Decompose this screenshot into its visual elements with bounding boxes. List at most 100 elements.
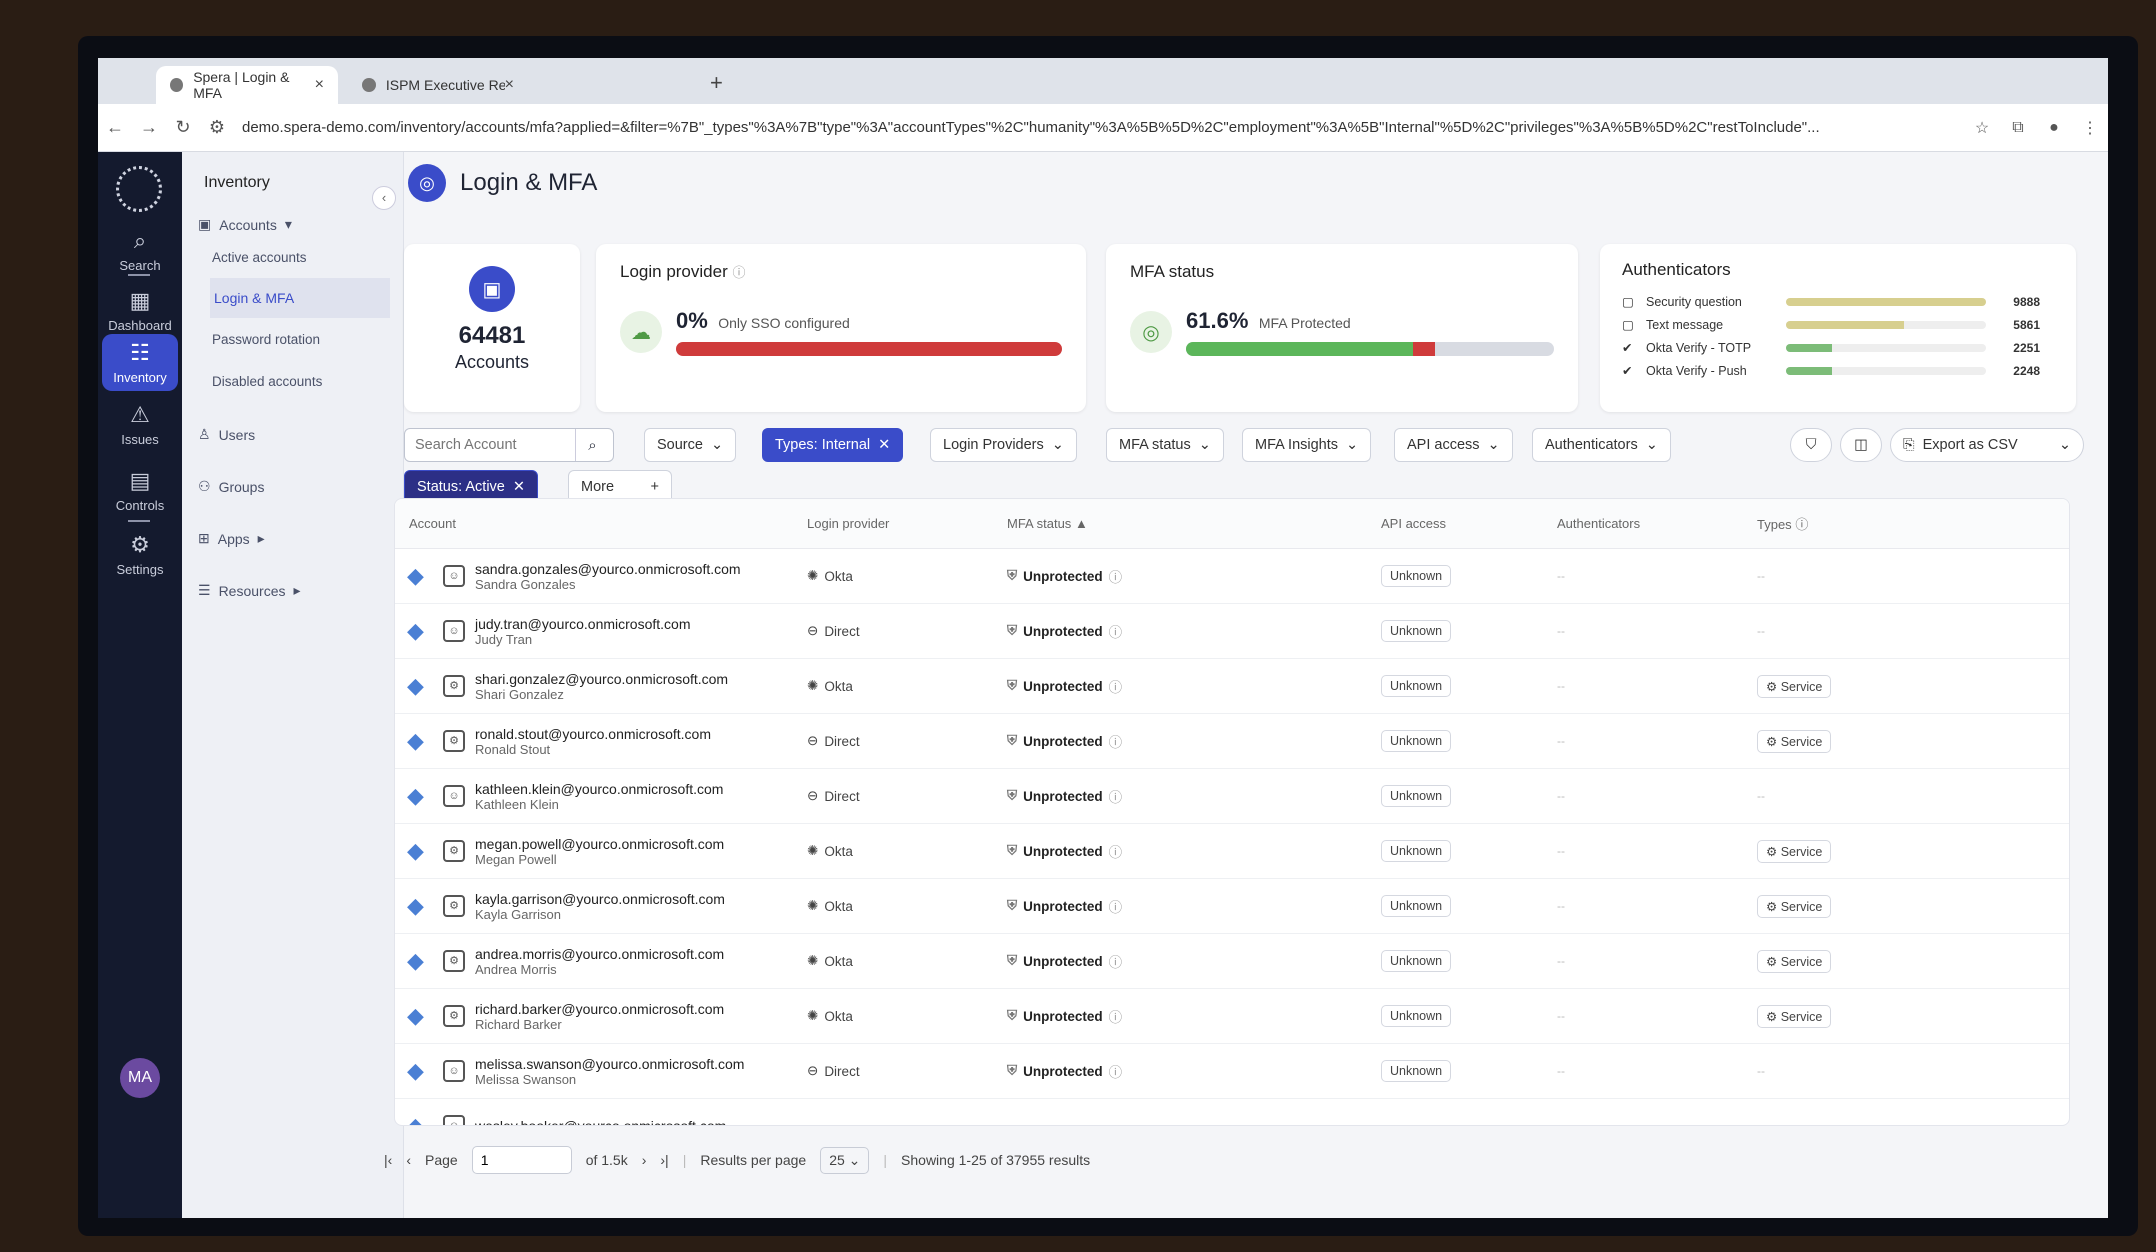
info-icon[interactable]: ⓘ xyxy=(1109,786,1123,806)
account-email[interactable]: kayla.garrison@yourco.onmicrosoft.com xyxy=(475,891,725,907)
collapse-sidebar-button[interactable]: ‹ xyxy=(372,186,396,210)
col-api-access[interactable]: API access xyxy=(1381,516,1557,531)
subnav-groups[interactable]: ⚇ Groups xyxy=(198,478,264,495)
rail-settings[interactable]: ⚙ Settings xyxy=(102,532,178,577)
subnav-password-rotation[interactable]: Password rotation xyxy=(212,332,320,347)
login-provider-card[interactable]: Login provider ⓘ ☁ 0% Only SSO configure… xyxy=(596,244,1086,412)
account-email[interactable]: ronald.stout@yourco.onmicrosoft.com xyxy=(475,726,711,742)
authenticator-row[interactable]: ▢ Security question 9888 xyxy=(1622,290,2054,313)
subnav-accounts[interactable]: ▣ Accounts ▾ xyxy=(198,216,292,233)
table-row[interactable]: ◆ ☺ wesley.booker@yourco.onmicrosoft.com xyxy=(395,1099,2069,1125)
subnav-login-mfa[interactable]: Login & MFA xyxy=(210,278,390,318)
avatar[interactable]: MA xyxy=(120,1058,160,1098)
col-mfa-status[interactable]: MFA status ▲ xyxy=(1007,516,1381,531)
source-filter[interactable]: Source ⌄ xyxy=(644,428,737,462)
account-email[interactable]: judy.tran@yourco.onmicrosoft.com xyxy=(475,616,690,632)
authenticator-row[interactable]: ✔ Okta Verify - Push 2248 xyxy=(1622,359,2054,382)
account-email[interactable]: wesley.booker@yourco.onmicrosoft.com xyxy=(475,1118,726,1125)
rail-search[interactable]: ⌕ Search xyxy=(102,228,178,273)
search-icon[interactable]: ⌕ xyxy=(575,429,609,461)
table-row[interactable]: ◆ ⚙ kayla.garrison@yourco.onmicrosoft.co… xyxy=(395,879,2069,934)
table-row[interactable]: ◆ ☺ sandra.gonzales@yourco.onmicrosoft.c… xyxy=(395,549,2069,604)
info-icon[interactable]: ⓘ xyxy=(1109,951,1123,971)
authenticator-row[interactable]: ▢ Text message 5861 xyxy=(1622,313,2054,336)
close-icon[interactable]: ✕ xyxy=(878,437,890,453)
subnav-disabled-accounts[interactable]: Disabled accounts xyxy=(212,374,322,389)
col-authenticators[interactable]: Authenticators xyxy=(1557,516,1757,531)
mfa-status-card[interactable]: MFA status ◎ 61.6% MFA Protected xyxy=(1106,244,1578,412)
filter-label: API access xyxy=(1407,437,1480,453)
account-cell: ◆ ⚙ andrea.morris@yourco.onmicrosoft.com… xyxy=(395,946,807,977)
account-email[interactable]: andrea.morris@yourco.onmicrosoft.com xyxy=(475,946,724,962)
account-email[interactable]: melissa.swanson@yourco.onmicrosoft.com xyxy=(475,1056,744,1072)
site-info-icon[interactable]: ⚙ xyxy=(200,117,234,138)
next-page-icon[interactable]: › xyxy=(642,1152,647,1168)
table-row[interactable]: ◆ ⚙ richard.barker@yourco.onmicrosoft.co… xyxy=(395,989,2069,1044)
provider: ⊖ Direct xyxy=(807,788,1007,804)
accounts-card[interactable]: ▣ 64481 Accounts xyxy=(404,244,580,412)
authenticators-card[interactable]: Authenticators ▢ Security question 9888 ▢… xyxy=(1600,244,2076,412)
authenticators-filter[interactable]: Authenticators ⌄ xyxy=(1532,428,1671,462)
mfa-status-filter[interactable]: MFA status ⌄ xyxy=(1106,428,1224,462)
rail-dashboard[interactable]: ▦ Dashboard xyxy=(102,288,178,333)
close-tab-icon[interactable]: × xyxy=(505,76,514,94)
bookmark-star-icon[interactable]: ☆ xyxy=(1964,118,2000,138)
profile-icon[interactable]: ● xyxy=(2036,119,2072,137)
back-icon[interactable]: ← xyxy=(98,117,132,138)
menu-icon[interactable]: ⋮ xyxy=(2072,118,2108,138)
info-icon[interactable]: ⓘ xyxy=(1109,731,1123,751)
info-icon[interactable]: ⓘ xyxy=(1109,1061,1123,1081)
close-tab-icon[interactable]: × xyxy=(315,76,324,94)
info-icon[interactable]: ⓘ xyxy=(1109,1006,1123,1026)
tab-ispm-report[interactable]: ISPM Executive Report 10-16 × xyxy=(348,66,528,104)
subnav-users[interactable]: ♙ Users xyxy=(198,426,255,443)
account-email[interactable]: sandra.gonzales@yourco.onmicrosoft.com xyxy=(475,561,741,577)
extensions-icon[interactable]: ⧉ xyxy=(2000,119,2036,137)
table-row[interactable]: ◆ ⚙ shari.gonzalez@yourco.onmicrosoft.co… xyxy=(395,659,2069,714)
subnav-active-accounts[interactable]: Active accounts xyxy=(212,250,307,265)
account-email[interactable]: kathleen.klein@yourco.onmicrosoft.com xyxy=(475,781,723,797)
table-row[interactable]: ◆ ☺ judy.tran@yourco.onmicrosoft.com Jud… xyxy=(395,604,2069,659)
account-email[interactable]: megan.powell@yourco.onmicrosoft.com xyxy=(475,836,724,852)
rail-issues[interactable]: ⚠ Issues xyxy=(102,402,178,447)
table-row[interactable]: ◆ ⚙ ronald.stout@yourco.onmicrosoft.com … xyxy=(395,714,2069,769)
reload-icon[interactable]: ↻ xyxy=(166,117,200,138)
prev-page-icon[interactable]: ‹ xyxy=(406,1152,411,1168)
rail-controls[interactable]: ▤ Controls xyxy=(102,468,178,513)
first-page-icon[interactable]: |‹ xyxy=(384,1152,392,1168)
new-tab-button[interactable]: + xyxy=(710,70,723,96)
account-email[interactable]: shari.gonzalez@yourco.onmicrosoft.com xyxy=(475,671,728,687)
close-icon[interactable]: ✕ xyxy=(513,479,525,495)
col-login-provider[interactable]: Login provider xyxy=(807,516,1007,531)
filter-toggle-button[interactable]: ⛉ xyxy=(1790,428,1832,462)
subnav-apps[interactable]: ⊞ Apps ▸ xyxy=(198,530,265,547)
mfa-insights-filter[interactable]: MFA Insights ⌄ xyxy=(1242,428,1372,462)
last-page-icon[interactable]: ›| xyxy=(660,1152,668,1168)
info-icon[interactable]: ⓘ xyxy=(1109,841,1123,861)
subnav-resources[interactable]: ☰ Resources ▸ xyxy=(198,582,301,599)
api-access-filter[interactable]: API access ⌄ xyxy=(1394,428,1513,462)
info-icon[interactable]: ⓘ xyxy=(1109,621,1123,641)
types-internal-chip[interactable]: Types: Internal ✕ xyxy=(762,428,904,462)
tab-login-mfa[interactable]: Spera | Login & MFA × xyxy=(156,66,338,104)
per-page-select[interactable]: 25 ⌄ xyxy=(820,1146,870,1174)
table-row[interactable]: ◆ ⚙ andrea.morris@yourco.onmicrosoft.com… xyxy=(395,934,2069,989)
rail-inventory[interactable]: ☷ Inventory xyxy=(102,334,178,391)
table-row[interactable]: ◆ ⚙ megan.powell@yourco.onmicrosoft.com … xyxy=(395,824,2069,879)
col-types[interactable]: Types ⓘ xyxy=(1757,514,2057,533)
url-field[interactable]: demo.spera-demo.com/inventory/accounts/m… xyxy=(234,119,1964,136)
forward-icon[interactable]: → xyxy=(132,117,166,138)
search-input[interactable] xyxy=(405,437,575,453)
info-icon[interactable]: ⓘ xyxy=(1109,566,1123,586)
authenticator-row[interactable]: ✔ Okta Verify - TOTP 2251 xyxy=(1622,336,2054,359)
columns-button[interactable]: ◫ xyxy=(1840,428,1882,462)
info-icon[interactable]: ⓘ xyxy=(1109,896,1123,916)
info-icon[interactable]: ⓘ xyxy=(1109,676,1123,696)
col-account[interactable]: Account xyxy=(395,516,807,531)
login-providers-filter[interactable]: Login Providers ⌄ xyxy=(930,428,1077,462)
table-row[interactable]: ◆ ☺ melissa.swanson@yourco.onmicrosoft.c… xyxy=(395,1044,2069,1099)
account-email[interactable]: richard.barker@yourco.onmicrosoft.com xyxy=(475,1001,724,1017)
page-input[interactable] xyxy=(471,1146,572,1174)
table-row[interactable]: ◆ ☺ kathleen.klein@yourco.onmicrosoft.co… xyxy=(395,769,2069,824)
export-csv-button[interactable]: ⎘ Export as CSV ⌄ xyxy=(1890,428,2084,462)
